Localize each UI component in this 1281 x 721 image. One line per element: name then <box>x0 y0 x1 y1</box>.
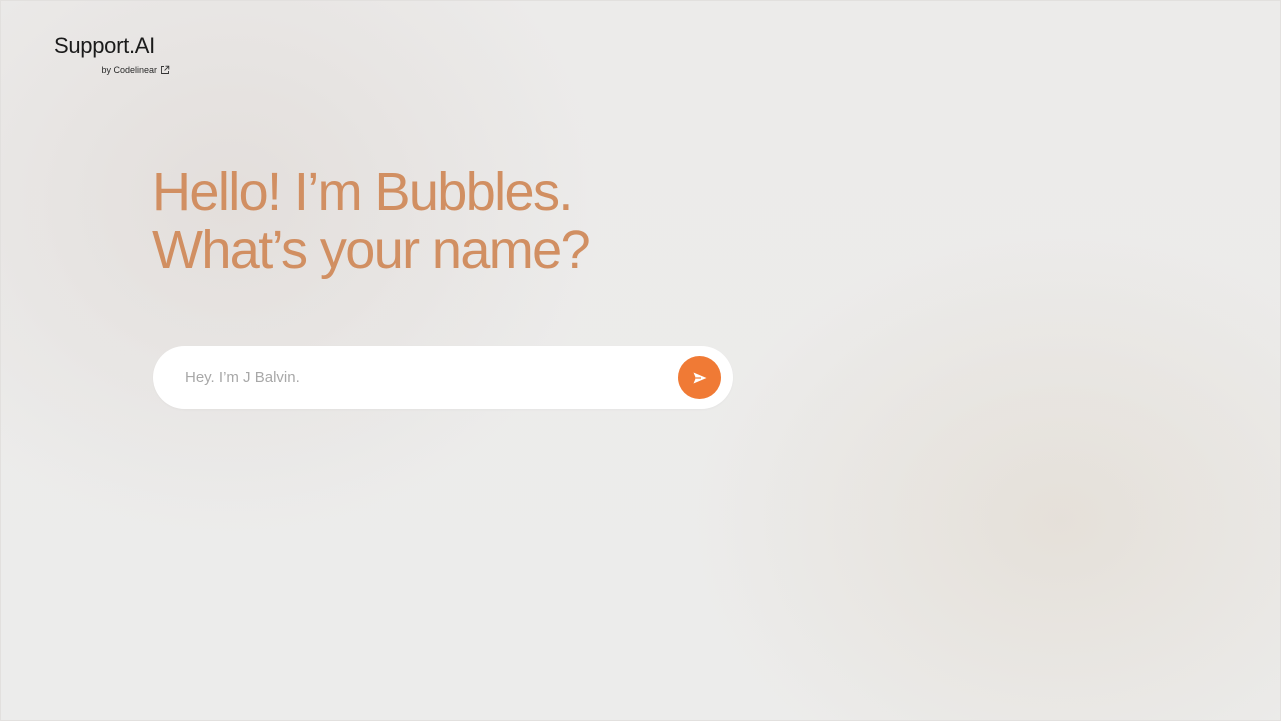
name-input[interactable] <box>185 366 665 388</box>
greeting-line-2: What’s your name? <box>152 220 591 280</box>
greeting-line-1: Hello! I’m Bubbles. <box>152 162 573 222</box>
codelinear-link[interactable]: by Codelinear <box>101 64 170 76</box>
name-composer <box>153 346 733 409</box>
send-icon <box>692 371 708 385</box>
greeting-heading: Hello! I’m Bubbles. What’s your name? <box>152 162 591 280</box>
brand-byline: by Codelinear <box>101 65 157 75</box>
send-button[interactable] <box>678 356 721 399</box>
brand-block: Support.AI by Codelinear <box>54 33 170 75</box>
external-link-icon <box>160 65 170 75</box>
brand-logo-text: Support.AI <box>54 33 155 58</box>
